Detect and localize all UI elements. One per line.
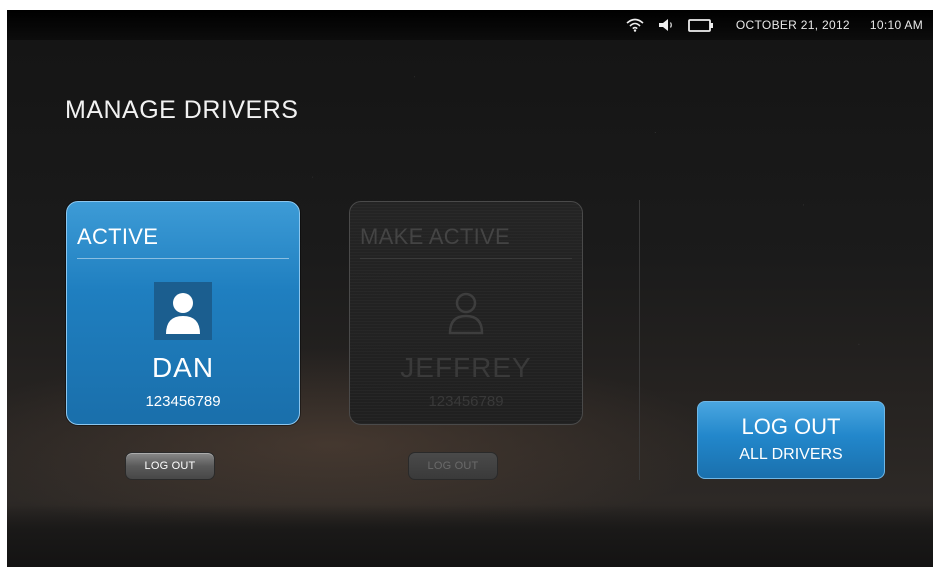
card-divider bbox=[360, 258, 572, 259]
logout-button-jeffrey[interactable]: LOG OUT bbox=[408, 452, 498, 480]
driver-name: JEFFREY bbox=[400, 352, 532, 383]
screen: OCTOBER 21, 2012 10:10 AM MANAGE DRIVERS… bbox=[7, 10, 933, 567]
user-avatar-icon bbox=[154, 282, 212, 340]
driver-card-active[interactable]: ACTIVE DAN 123456789 bbox=[66, 201, 300, 425]
logout-all-drivers-button[interactable]: LOG OUT ALL DRIVERS bbox=[697, 401, 885, 479]
driver-name: DAN bbox=[151, 352, 215, 383]
driver-card-inactive[interactable]: MAKE ACTIVE JEFFREY 123456789 bbox=[349, 201, 583, 425]
driver-id: 123456789 bbox=[145, 393, 221, 410]
page-title: MANAGE DRIVERS bbox=[65, 96, 299, 124]
battery-icon bbox=[688, 18, 714, 32]
status-date: OCTOBER 21, 2012 bbox=[735, 18, 850, 32]
logout-button-dan[interactable]: LOG OUT bbox=[125, 452, 215, 480]
wifi-icon bbox=[626, 18, 644, 32]
status-bar: OCTOBER 21, 2012 10:10 AM bbox=[7, 10, 933, 40]
status-right: OCTOBER 21, 2012 10:10 AM bbox=[626, 10, 923, 40]
logout-all-line1: LOG OUT bbox=[741, 414, 841, 439]
volume-icon[interactable] bbox=[658, 18, 674, 32]
card-header: ACTIVE bbox=[77, 224, 159, 249]
status-time: 10:10 AM bbox=[869, 18, 923, 32]
horizon-background bbox=[7, 505, 933, 567]
user-outline-icon bbox=[437, 282, 495, 340]
card-divider bbox=[77, 258, 289, 259]
logout-all-line2: ALL DRIVERS bbox=[739, 446, 843, 463]
vertical-divider bbox=[639, 200, 640, 480]
card-header: MAKE ACTIVE bbox=[360, 224, 511, 249]
driver-id: 123456789 bbox=[428, 393, 504, 410]
